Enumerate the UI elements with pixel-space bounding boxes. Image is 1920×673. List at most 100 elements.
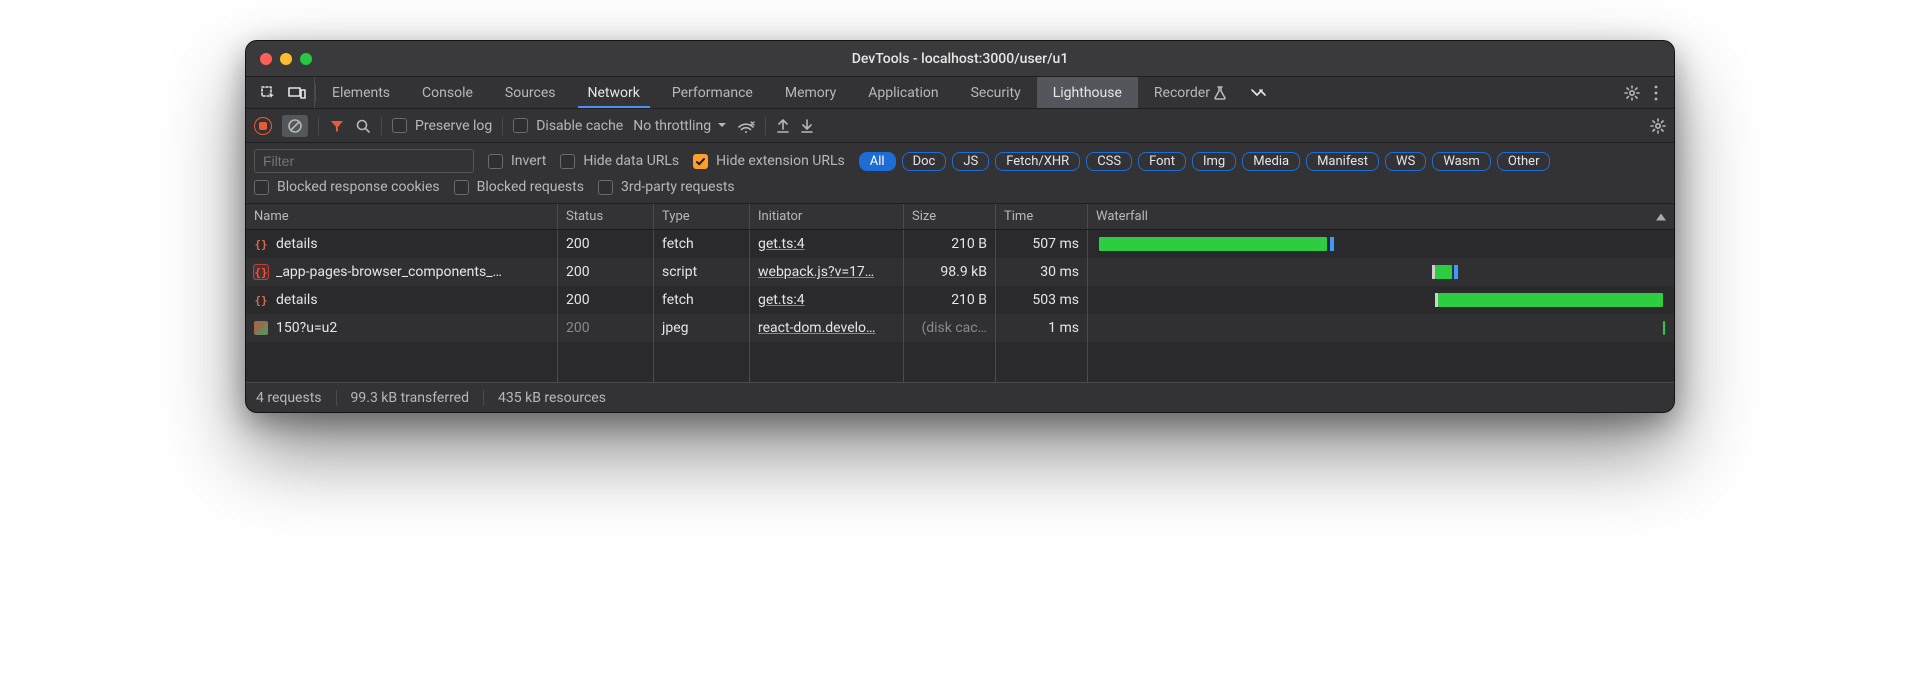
filter-icon[interactable]	[329, 118, 345, 134]
clear-button[interactable]	[282, 115, 308, 137]
column-header-waterfall[interactable]: Waterfall	[1088, 204, 1674, 229]
status-code: 200	[566, 292, 590, 308]
checkbox-icon[interactable]	[392, 118, 407, 133]
filter-input[interactable]	[254, 149, 474, 173]
search-icon[interactable]	[355, 118, 371, 134]
invert-option[interactable]: Invert	[488, 153, 546, 169]
request-time: 507 ms	[1032, 236, 1079, 252]
more-tabs-icon[interactable]	[1250, 87, 1268, 99]
network-conditions-icon[interactable]	[737, 119, 755, 133]
export-har-icon[interactable]	[776, 118, 790, 134]
chevron-down-icon	[717, 122, 727, 130]
checkbox-icon[interactable]	[693, 154, 708, 169]
network-settings-icon[interactable]	[1650, 118, 1666, 134]
request-size: 98.9 kB	[940, 264, 987, 280]
script-icon	[254, 265, 268, 279]
pill-font[interactable]: Font	[1138, 152, 1186, 171]
table-body: details200fetchget.ts:4210 B507 ms_app-p…	[246, 230, 1674, 382]
waterfall-bar	[1096, 286, 1666, 314]
pill-other[interactable]: Other	[1497, 152, 1551, 171]
minimize-icon[interactable]	[280, 53, 292, 65]
divider	[502, 117, 503, 135]
blocked-cookies-option[interactable]: Blocked response cookies	[254, 179, 440, 195]
column-header-initiator[interactable]: Initiator	[750, 204, 904, 229]
divider	[483, 390, 484, 406]
pill-fetch-xhr[interactable]: Fetch/XHR	[995, 152, 1080, 171]
disable-cache-option[interactable]: Disable cache	[513, 118, 623, 134]
pill-manifest[interactable]: Manifest	[1306, 152, 1379, 171]
pill-media[interactable]: Media	[1242, 152, 1300, 171]
pill-ws[interactable]: WS	[1385, 152, 1426, 171]
pill-wasm[interactable]: Wasm	[1432, 152, 1491, 171]
pill-img[interactable]: Img	[1192, 152, 1236, 171]
record-button[interactable]	[254, 117, 272, 135]
initiator-link[interactable]: react-dom.develo…	[758, 320, 875, 336]
inspect-icon[interactable]	[260, 85, 276, 101]
column-header-size[interactable]: Size	[904, 204, 996, 229]
tab-recorder[interactable]: Recorder	[1138, 77, 1242, 108]
initiator-link[interactable]: webpack.js?v=17…	[758, 264, 874, 280]
zoom-icon[interactable]	[300, 53, 312, 65]
checkbox-icon[interactable]	[513, 118, 528, 133]
tab-security[interactable]: Security	[955, 77, 1037, 108]
table-row[interactable]: _app-pages-browser_components_…200script…	[246, 258, 1674, 286]
tab-network[interactable]: Network	[572, 77, 656, 108]
network-table: Name Status Type Initiator Size Time Wat…	[246, 204, 1674, 382]
blocked-requests-option[interactable]: Blocked requests	[454, 179, 584, 195]
pill-css[interactable]: CSS	[1086, 152, 1132, 171]
initiator-link[interactable]: get.ts:4	[758, 236, 805, 252]
third-party-option[interactable]: 3rd-party requests	[598, 179, 735, 195]
tab-lighthouse[interactable]: Lighthouse	[1037, 77, 1138, 108]
request-type: fetch	[662, 236, 694, 252]
request-size: 210 B	[951, 292, 987, 308]
preserve-log-option[interactable]: Preserve log	[392, 118, 492, 134]
hide-data-urls-option[interactable]: Hide data URLs	[560, 153, 679, 169]
initiator-link[interactable]: get.ts:4	[758, 292, 805, 308]
divider	[336, 390, 337, 406]
waterfall-bar	[1096, 314, 1666, 342]
pill-doc[interactable]: Doc	[902, 152, 947, 171]
column-header-type[interactable]: Type	[654, 204, 750, 229]
checkbox-icon[interactable]	[454, 180, 469, 195]
network-filterbar: Invert Hide data URLs Hide extension URL…	[246, 143, 1674, 204]
tab-elements[interactable]: Elements	[316, 77, 406, 108]
status-resources: 435 kB resources	[498, 390, 606, 406]
json-icon	[254, 293, 268, 307]
tab-performance[interactable]: Performance	[656, 77, 769, 108]
request-name: details	[276, 236, 318, 252]
column-header-status[interactable]: Status	[558, 204, 654, 229]
throttling-select[interactable]: No throttling	[633, 118, 727, 134]
tab-console[interactable]: Console	[406, 77, 489, 108]
pill-js[interactable]: JS	[952, 152, 989, 171]
checkbox-icon[interactable]	[254, 180, 269, 195]
tab-memory[interactable]: Memory	[769, 77, 852, 108]
panel-tabs: Elements Console Sources Network Perform…	[316, 77, 1242, 108]
request-size: (disk cac…	[921, 320, 987, 336]
table-row[interactable]: details200fetchget.ts:4210 B507 ms	[246, 230, 1674, 258]
request-type: script	[662, 264, 697, 280]
pill-all[interactable]: All	[859, 152, 896, 171]
tab-sources[interactable]: Sources	[489, 77, 572, 108]
column-header-time[interactable]: Time	[996, 204, 1088, 229]
status-code: 200	[566, 264, 590, 280]
close-icon[interactable]	[260, 53, 272, 65]
settings-icon[interactable]	[1624, 85, 1640, 101]
tab-application[interactable]: Application	[852, 77, 954, 108]
column-header-name[interactable]: Name	[246, 204, 558, 229]
checkbox-icon[interactable]	[598, 180, 613, 195]
import-har-icon[interactable]	[800, 118, 814, 134]
hide-extension-urls-option[interactable]: Hide extension URLs	[693, 153, 845, 169]
status-requests: 4 requests	[256, 390, 322, 406]
table-row[interactable]: details200fetchget.ts:4210 B503 ms	[246, 286, 1674, 314]
kebab-icon[interactable]	[1654, 85, 1658, 101]
checkbox-icon[interactable]	[560, 154, 575, 169]
checkbox-icon[interactable]	[488, 154, 503, 169]
request-name: details	[276, 292, 318, 308]
divider	[765, 117, 766, 135]
divider	[318, 117, 319, 135]
waterfall-bar	[1096, 230, 1666, 258]
device-toolbar-icon[interactable]	[288, 86, 306, 100]
table-row[interactable]: 150?u=u2200jpegreact-dom.develo…(disk ca…	[246, 314, 1674, 342]
titlebar: DevTools - localhost:3000/user/u1	[246, 41, 1674, 77]
status-code: 200	[566, 320, 590, 336]
